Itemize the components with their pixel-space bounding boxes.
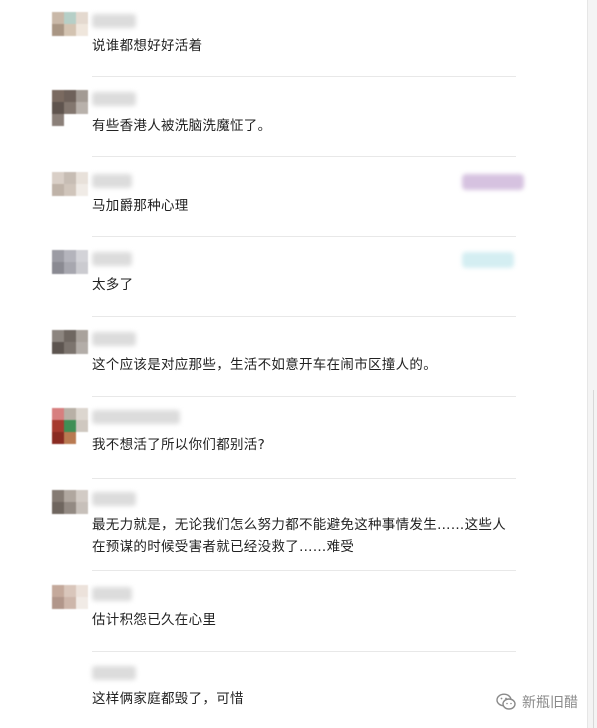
comment-item: 我不想活了所以你们都别活? [0,408,597,480]
comment-item: 估计积怨已久在心里 [0,585,597,655]
username-blurred [92,252,132,266]
avatar[interactable] [52,585,88,621]
divider [92,156,516,157]
avatar[interactable] [52,90,88,126]
watermark: 新瓶旧醋 [496,692,578,712]
username-blurred [92,666,136,680]
avatar[interactable] [52,408,88,444]
comment-item: 马加爵那种心理 [0,172,597,238]
wechat-icon [496,693,516,710]
divider [92,478,516,479]
comment-text: 说谁都想好好活着 [92,38,203,54]
username-blurred [92,587,132,601]
divider [92,570,516,571]
avatar[interactable] [52,490,88,526]
username-blurred [92,92,136,106]
badge-blurred [462,252,514,268]
comment-item: 这个应该是对应那些，生活不如意开车在闹市区撞人的。 [0,330,597,398]
username-blurred [92,174,132,188]
comment-item: 有些香港人被洗脑洗魔怔了。 [0,90,597,158]
username-blurred [92,492,136,506]
comment-text: 马加爵那种心理 [92,198,189,214]
comment-item: 太多了 [0,250,597,318]
comment-text: 有些香港人被洗脑洗魔怔了。 [92,118,272,134]
divider [92,316,516,317]
comment-text: 这个应该是对应那些，生活不如意开车在闹市区撞人的。 [92,357,437,373]
username-blurred [92,410,180,424]
comment-text: 这样俩家庭都毁了，可惜 [92,691,244,707]
username-blurred [92,14,136,28]
comment-text: 我不想活了所以你们都别活? [92,437,266,453]
avatar[interactable] [52,172,88,208]
comment-text: 最无力就是，无论我们怎么努力都不能避免这种事情发生……这些人在预谋的时候受害者就… [92,517,506,555]
divider [92,236,516,237]
avatar[interactable] [52,330,88,366]
comment-item: 说谁都想好好活着 [0,12,597,78]
divider [92,651,516,652]
comment-text: 估计积怨已久在心里 [92,612,217,628]
comment-text: 太多了 [92,277,134,293]
username-blurred [92,332,136,346]
avatar[interactable] [52,12,88,48]
avatar[interactable] [52,250,88,286]
watermark-label: 新瓶旧醋 [522,695,578,711]
badge-blurred [462,174,524,190]
divider [92,396,516,397]
comment-item: 最无力就是，无论我们怎么努力都不能避免这种事情发生……这些人在预谋的时候受害者就… [0,490,597,572]
divider [92,76,516,77]
